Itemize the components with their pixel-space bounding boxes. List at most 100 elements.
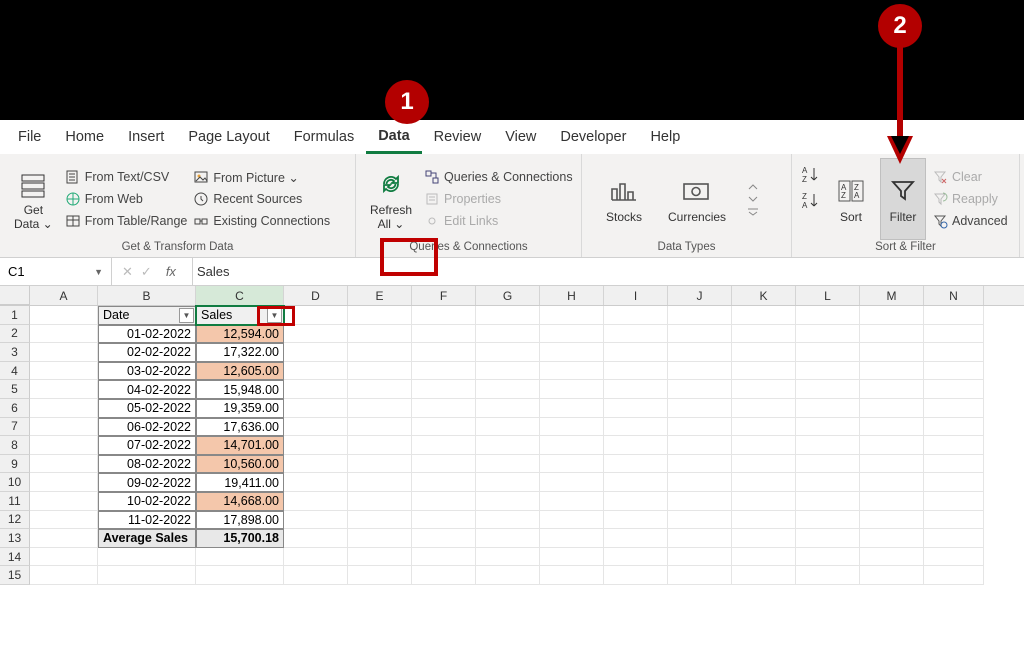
cell-date[interactable]: 07-02-2022 <box>98 436 196 455</box>
col-head-F[interactable]: F <box>412 286 476 305</box>
cell[interactable] <box>540 492 604 511</box>
from-table-range-button[interactable]: From Table/Range <box>65 210 188 232</box>
cell[interactable] <box>924 511 984 530</box>
cell[interactable] <box>30 473 98 492</box>
tab-formulas[interactable]: Formulas <box>282 122 366 152</box>
cell[interactable] <box>796 380 860 399</box>
cell[interactable] <box>668 511 732 530</box>
row-head-3[interactable]: 3 <box>0 343 30 362</box>
cell-date[interactable]: 06-02-2022 <box>98 418 196 437</box>
cell[interactable] <box>732 473 796 492</box>
cell[interactable] <box>796 566 860 585</box>
cell[interactable] <box>540 325 604 344</box>
cell[interactable] <box>924 529 984 548</box>
cell[interactable] <box>796 325 860 344</box>
row-head-4[interactable]: 4 <box>0 362 30 381</box>
cell-sales[interactable]: 17,322.00 <box>196 343 284 362</box>
cell[interactable] <box>732 325 796 344</box>
cell[interactable] <box>668 362 732 381</box>
cell[interactable] <box>30 436 98 455</box>
sort-asc-button[interactable]: AZ <box>800 164 822 186</box>
cell[interactable] <box>476 566 540 585</box>
col-head-I[interactable]: I <box>604 286 668 305</box>
cell[interactable] <box>348 511 412 530</box>
cell[interactable] <box>284 362 348 381</box>
cell[interactable] <box>540 566 604 585</box>
cell[interactable] <box>412 380 476 399</box>
cell-sales[interactable]: 17,898.00 <box>196 511 284 530</box>
cell[interactable] <box>540 343 604 362</box>
cell[interactable] <box>668 343 732 362</box>
cell[interactable] <box>668 473 732 492</box>
cell[interactable] <box>924 566 984 585</box>
filter-button[interactable]: Filter <box>880 158 926 240</box>
cell[interactable] <box>860 492 924 511</box>
stocks-button[interactable]: Stocks <box>600 172 648 226</box>
tab-view[interactable]: View <box>493 122 548 152</box>
cell[interactable] <box>348 399 412 418</box>
cell[interactable] <box>604 473 668 492</box>
cell[interactable] <box>796 492 860 511</box>
col-head-N[interactable]: N <box>924 286 984 305</box>
cell[interactable] <box>604 511 668 530</box>
select-all-corner[interactable] <box>0 286 30 305</box>
col-head-K[interactable]: K <box>732 286 796 305</box>
row-head-8[interactable]: 8 <box>0 436 30 455</box>
tab-home[interactable]: Home <box>53 122 116 152</box>
cell[interactable] <box>796 529 860 548</box>
col-head-B[interactable]: B <box>98 286 196 305</box>
cell[interactable] <box>476 380 540 399</box>
row-head-2[interactable]: 2 <box>0 325 30 344</box>
cell[interactable] <box>476 473 540 492</box>
cell[interactable] <box>668 436 732 455</box>
footer-value[interactable]: 15,700.18 <box>196 529 284 548</box>
cell[interactable] <box>348 343 412 362</box>
cell[interactable] <box>732 418 796 437</box>
cell[interactable] <box>348 380 412 399</box>
cell[interactable] <box>476 529 540 548</box>
cell[interactable] <box>796 418 860 437</box>
cell[interactable] <box>284 492 348 511</box>
cell[interactable] <box>924 436 984 455</box>
cell[interactable] <box>412 343 476 362</box>
cell[interactable] <box>796 306 860 325</box>
fx-icon[interactable]: fx <box>160 264 182 279</box>
cell[interactable] <box>412 529 476 548</box>
cell[interactable] <box>860 548 924 567</box>
cell[interactable] <box>30 566 98 585</box>
cell[interactable] <box>348 492 412 511</box>
cell[interactable] <box>732 529 796 548</box>
cell[interactable] <box>30 343 98 362</box>
cell[interactable] <box>668 399 732 418</box>
cell[interactable] <box>412 566 476 585</box>
cell-date[interactable]: 04-02-2022 <box>98 380 196 399</box>
cell[interactable] <box>476 306 540 325</box>
sort-desc-button[interactable]: ZA <box>800 190 822 212</box>
cell[interactable] <box>284 566 348 585</box>
cell[interactable] <box>30 511 98 530</box>
row-head-9[interactable]: 9 <box>0 455 30 474</box>
row-head-12[interactable]: 12 <box>0 511 30 530</box>
cell-date[interactable]: 05-02-2022 <box>98 399 196 418</box>
cell[interactable] <box>348 548 412 567</box>
cell[interactable] <box>924 473 984 492</box>
cell[interactable] <box>860 325 924 344</box>
tab-page-layout[interactable]: Page Layout <box>176 122 281 152</box>
cell[interactable] <box>732 380 796 399</box>
cell[interactable] <box>284 511 348 530</box>
cell[interactable] <box>668 529 732 548</box>
cell[interactable] <box>604 418 668 437</box>
cell[interactable] <box>348 436 412 455</box>
cell[interactable] <box>732 343 796 362</box>
sort-button[interactable]: AZZA Sort <box>828 158 874 240</box>
cell[interactable] <box>604 325 668 344</box>
cell[interactable] <box>604 362 668 381</box>
cell[interactable] <box>540 529 604 548</box>
cell[interactable] <box>412 455 476 474</box>
cell[interactable] <box>30 418 98 437</box>
cell[interactable] <box>284 548 348 567</box>
cell[interactable] <box>732 306 796 325</box>
existing-connections-button[interactable]: Existing Connections <box>193 210 330 232</box>
cell[interactable] <box>732 511 796 530</box>
cell[interactable] <box>732 548 796 567</box>
